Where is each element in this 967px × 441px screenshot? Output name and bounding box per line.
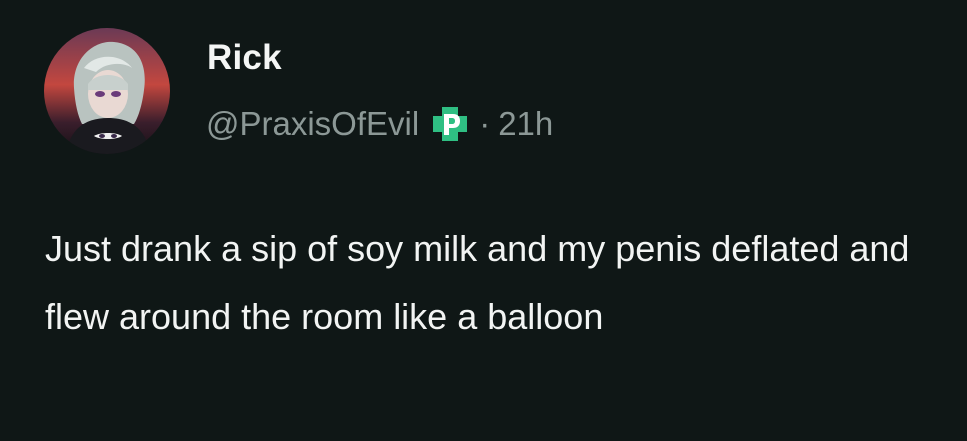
- author-meta: @PraxisOfEvil · 21h: [206, 100, 553, 148]
- meta-separator: ·: [479, 105, 491, 142]
- display-name[interactable]: Rick: [207, 38, 282, 78]
- user-handle[interactable]: @PraxisOfEvil: [206, 105, 419, 143]
- avatar-image: [44, 28, 170, 154]
- avatar[interactable]: [44, 28, 170, 154]
- post-text: Just drank a sip of soy milk and my peni…: [45, 228, 910, 337]
- post-timestamp[interactable]: 21h: [498, 105, 553, 143]
- green-p-badge-icon: [431, 105, 469, 143]
- post-card: Rick @PraxisOfEvil · 21h Just drank a si…: [0, 0, 967, 441]
